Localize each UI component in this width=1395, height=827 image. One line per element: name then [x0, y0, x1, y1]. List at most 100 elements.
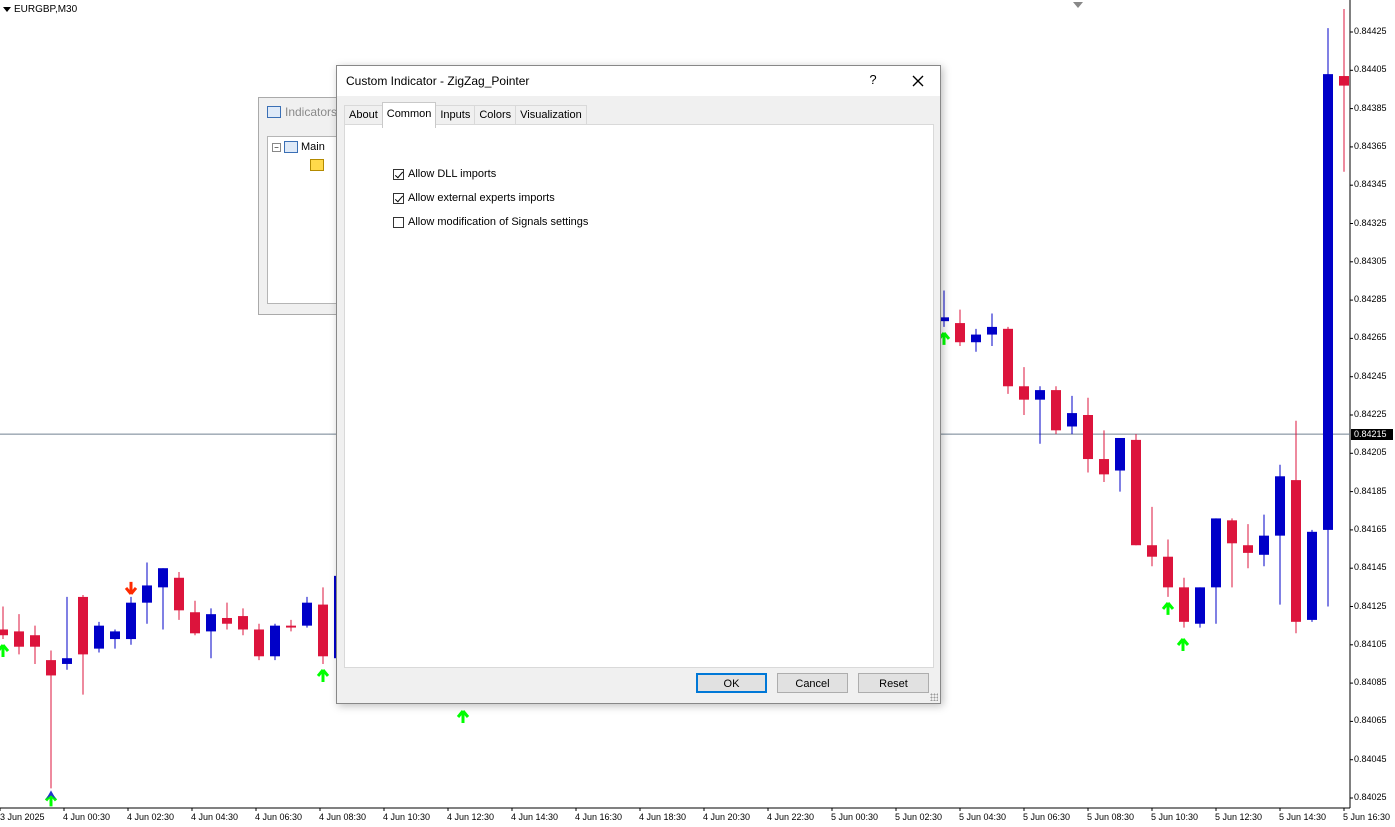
time-tick-label: 4 Jun 08:30 [319, 812, 367, 822]
candle-body [1067, 413, 1077, 427]
allow-external-experts-option[interactable]: Allow external experts imports [393, 192, 555, 204]
ok-button[interactable]: OK [696, 673, 767, 693]
time-tick-label: 3 Jun 2025 [0, 812, 45, 822]
price-tick-label: 0.84225 [1354, 409, 1387, 419]
indicators-tree[interactable]: − Main [267, 136, 347, 304]
candle-body [955, 323, 965, 343]
time-tick-label: 5 Jun 10:30 [1151, 812, 1199, 822]
price-tick-label: 0.84245 [1354, 370, 1387, 381]
reset-button[interactable]: Reset [858, 673, 929, 693]
price-tick-label: 0.84085 [1354, 677, 1387, 688]
candle-body [158, 568, 168, 588]
chart-shift-marker [1073, 2, 1083, 8]
candle-body [222, 617, 232, 624]
price-tick-label: 0.84385 [1354, 102, 1387, 113]
candle-body [1211, 518, 1221, 588]
symbol-label: EURGBP,M30 [3, 4, 77, 15]
candle-body [30, 635, 40, 647]
candle-body [174, 577, 184, 611]
candle-body [971, 334, 981, 343]
candle-body [1275, 476, 1285, 536]
candle-body [1323, 74, 1333, 530]
cancel-button[interactable]: Cancel [777, 673, 848, 693]
time-tick-label: 4 Jun 04:30 [191, 812, 239, 822]
price-tick-label: 0.84045 [1354, 753, 1387, 764]
common-tab-panel: Allow DLL imports Allow external experts… [344, 124, 934, 668]
candle-body [1243, 545, 1253, 553]
price-tick-label: 0.84165 [1354, 523, 1387, 534]
resize-grip[interactable] [930, 693, 938, 701]
tree-item-main[interactable]: − Main [272, 141, 325, 153]
candle-body [987, 326, 997, 335]
tab-about[interactable]: About [344, 105, 383, 126]
allow-signals-modification-checkbox[interactable] [393, 216, 404, 228]
close-icon[interactable] [907, 70, 929, 92]
candle-body [190, 612, 200, 634]
up-arrow-icon [1176, 638, 1190, 651]
candle-body [1019, 386, 1029, 400]
price-tick-label: 0.84265 [1354, 332, 1387, 343]
time-tick-label: 5 Jun 00:30 [831, 812, 879, 822]
allow-dll-imports-checkbox[interactable] [393, 168, 404, 180]
time-tick-label: 4 Jun 22:30 [767, 812, 815, 822]
candle-body [1131, 439, 1141, 546]
price-tick-label: 0.84185 [1354, 485, 1387, 496]
candle-body [1163, 556, 1173, 588]
candle-body [1051, 390, 1061, 431]
tree-item-indicator[interactable] [310, 159, 324, 171]
help-button[interactable]: ? [865, 72, 881, 87]
time-tick-label: 4 Jun 18:30 [639, 812, 687, 822]
price-tick-label: 0.84205 [1354, 447, 1387, 458]
candle-body [14, 631, 24, 647]
price-tick-label: 0.84065 [1354, 715, 1387, 726]
time-tick-label: 4 Jun 20:30 [703, 812, 751, 822]
tab-visualization[interactable]: Visualization [515, 105, 587, 126]
tab-colors[interactable]: Colors [474, 105, 517, 126]
candle-body [1195, 587, 1205, 624]
candle-body [238, 616, 248, 630]
time-tick-label: 4 Jun 16:30 [575, 812, 623, 822]
current-price-label: 0.84215 [1351, 429, 1393, 440]
candle-body [1035, 390, 1045, 400]
price-tick-label: 0.84325 [1354, 217, 1387, 228]
chart-window-icon [284, 141, 298, 153]
custom-indicator-icon [310, 159, 324, 171]
candle-body [1179, 587, 1189, 622]
candle-body [126, 602, 136, 640]
collapse-icon[interactable]: − [272, 142, 281, 152]
up-arrow-icon [1161, 601, 1175, 615]
candle-body [302, 602, 312, 626]
candle-body [206, 614, 216, 632]
candle-body [62, 658, 72, 664]
time-tick-label: 4 Jun 10:30 [383, 812, 431, 822]
up-arrow-icon [0, 644, 10, 658]
candle-body [270, 625, 280, 657]
candle-body [46, 660, 56, 676]
indicators-window[interactable]: Indicators − Main [258, 97, 348, 315]
time-tick-label: 4 Jun 02:30 [127, 812, 175, 822]
allow-external-experts-checkbox[interactable] [393, 192, 404, 204]
candle-body [1291, 480, 1301, 622]
tab-inputs[interactable]: Inputs [435, 105, 476, 126]
down-arrow-icon [124, 581, 138, 595]
dialog-titlebar[interactable]: Custom Indicator - ZigZag_Pointer ? [337, 66, 940, 96]
price-tick-label: 0.84025 [1354, 792, 1387, 802]
time-tick-label: 4 Jun 12:30 [447, 812, 495, 822]
allow-dll-imports-option[interactable]: Allow DLL imports [393, 168, 496, 180]
time-tick-label: 5 Jun 08:30 [1087, 812, 1135, 822]
price-tick-label: 0.84305 [1354, 255, 1387, 266]
price-tick-label: 0.84425 [1354, 26, 1387, 36]
candle-body [1083, 415, 1093, 460]
candle-body [1307, 531, 1317, 620]
custom-indicator-dialog[interactable]: Custom Indicator - ZigZag_Pointer ? Abou… [336, 65, 941, 704]
price-tick-label: 0.84345 [1354, 179, 1387, 190]
price-tick-label: 0.84125 [1354, 600, 1387, 611]
candle-body [1147, 545, 1157, 557]
up-arrow-icon [44, 793, 58, 807]
allow-signals-modification-option[interactable]: Allow modification of Signals settings [393, 216, 588, 228]
time-tick-label: 4 Jun 06:30 [255, 812, 303, 822]
time-tick-label: 5 Jun 04:30 [959, 812, 1007, 822]
candle-body [1339, 76, 1349, 86]
tab-common[interactable]: Common [381, 102, 437, 128]
price-tick-label: 0.84285 [1354, 294, 1387, 305]
